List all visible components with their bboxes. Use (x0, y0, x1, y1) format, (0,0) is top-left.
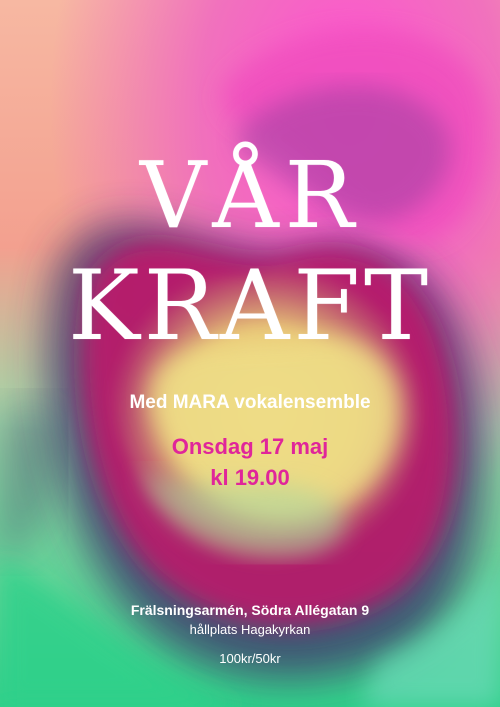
venue-address: Frälsningsarmén, Södra Allégatan 9 (130, 602, 370, 618)
event-time: kl 19.00 (210, 465, 290, 490)
title-line-2: KRAFT (68, 250, 432, 362)
ticket-price: 100kr/50kr (219, 651, 281, 666)
poster: VÅR KRAFT Med MARA vokalensemble Onsdag … (0, 0, 500, 707)
subtitle: Med MARA vokalensemble (129, 392, 371, 413)
transit-stop: hållplats Hagakyrkan (189, 622, 311, 637)
title-line-1: VÅR (139, 142, 361, 249)
event-date: Onsdag 17 maj (171, 434, 329, 459)
